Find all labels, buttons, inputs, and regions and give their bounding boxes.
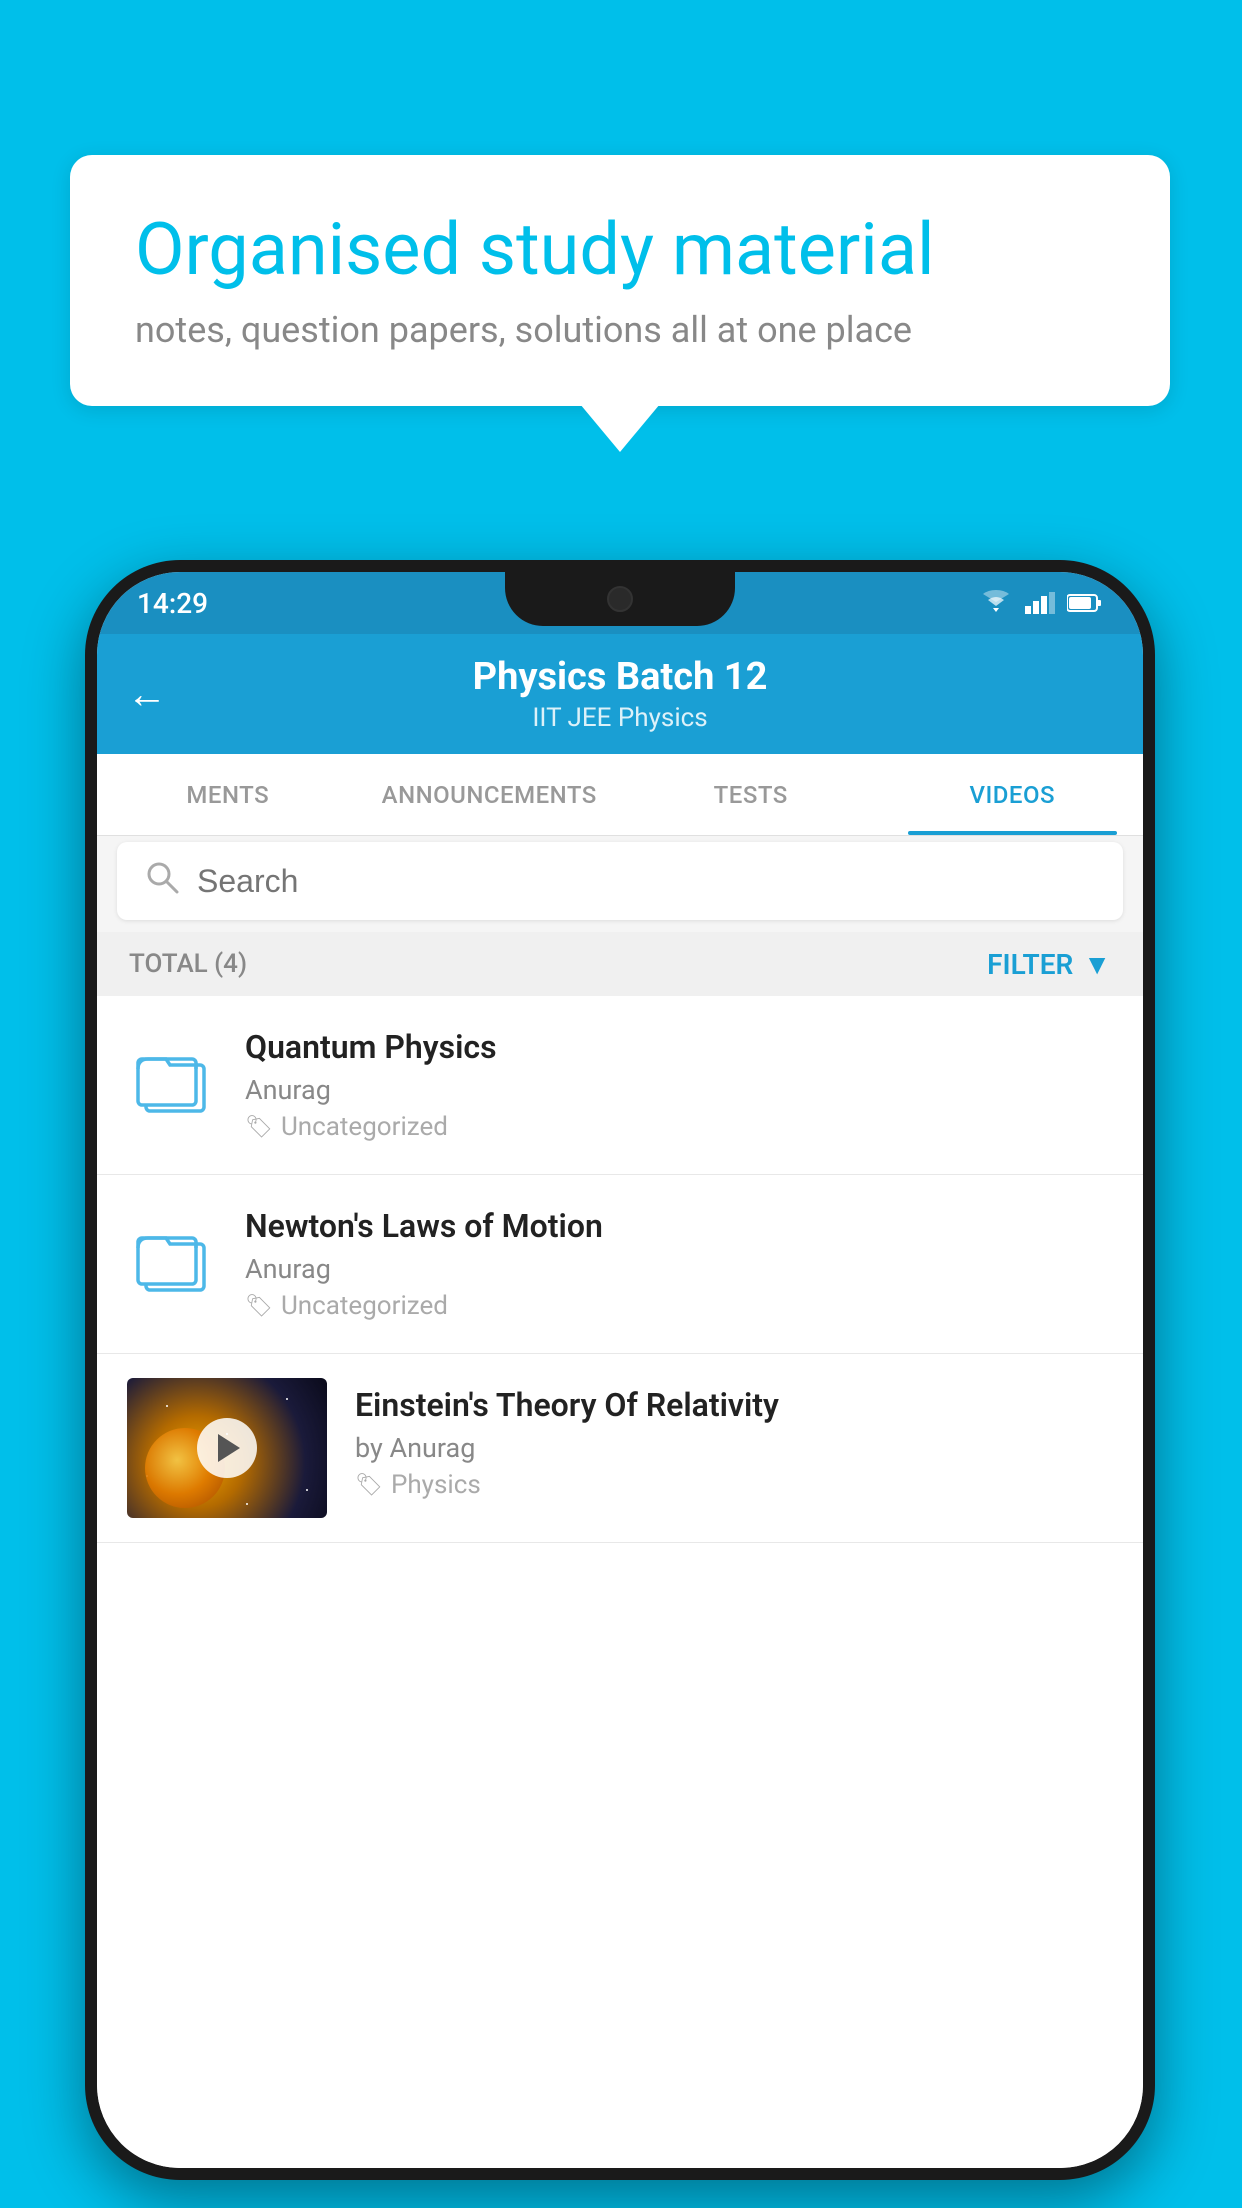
speech-bubble: Organised study material notes, question… [70,155,1170,406]
phone-frame: 14:29 [85,560,1155,2180]
app-header: ← Physics Batch 12 IIT JEE Physics [97,634,1143,754]
tag-icon-newton: 🏷 [245,1294,273,1319]
search-icon [145,860,179,903]
tag-icon-einstein: 🏷 [355,1473,383,1498]
signal-icon [1025,592,1055,614]
content-list: Quantum Physics Anurag 🏷 Uncategorized [97,996,1143,2168]
search-input[interactable] [197,863,1095,900]
tab-videos[interactable]: VIDEOS [882,754,1144,835]
status-time: 14:29 [137,587,208,620]
front-camera [607,586,633,612]
item-title-quantum: Quantum Physics [245,1028,1113,1066]
item-tag-einstein: 🏷 Physics [355,1470,1113,1500]
battery-icon [1067,593,1103,613]
item-title-newton: Newton's Laws of Motion [245,1207,1113,1245]
item-title-einstein: Einstein's Theory Of Relativity [355,1386,1113,1424]
tab-tests[interactable]: TESTS [620,754,882,835]
item-tag-newton: 🏷 Uncategorized [245,1291,1113,1321]
filter-total: TOTAL (4) [129,949,247,979]
tab-bar: MENTS ANNOUNCEMENTS TESTS VIDEOS [97,754,1143,836]
phone-notch [505,572,735,626]
play-button[interactable] [197,1418,257,1478]
item-icon-quantum [127,1051,217,1119]
tab-ments[interactable]: MENTS [97,754,359,835]
item-content-newton: Newton's Laws of Motion Anurag 🏷 Uncateg… [245,1207,1113,1321]
speech-bubble-title: Organised study material [135,210,1105,289]
wifi-icon [979,590,1013,616]
phone-screen: 14:29 [97,572,1143,2168]
item-tag-quantum: 🏷 Uncategorized [245,1112,1113,1142]
item-content-einstein: Einstein's Theory Of Relativity by Anura… [355,1378,1113,1500]
search-bar [117,842,1123,920]
item-author-newton: Anurag [245,1253,1113,1285]
item-icon-newton [127,1230,217,1298]
back-button[interactable]: ← [127,671,167,718]
list-item-einstein[interactable]: Einstein's Theory Of Relativity by Anura… [97,1354,1143,1543]
list-item[interactable]: Newton's Laws of Motion Anurag 🏷 Uncateg… [97,1175,1143,1354]
list-item[interactable]: Quantum Physics Anurag 🏷 Uncategorized [97,996,1143,1175]
item-content-quantum: Quantum Physics Anurag 🏷 Uncategorized [245,1028,1113,1142]
item-author-quantum: Anurag [245,1074,1113,1106]
item-author-einstein: by Anurag [355,1432,1113,1464]
video-thumbnail-einstein [127,1378,327,1518]
filter-bar: TOTAL (4) FILTER ▼ [97,932,1143,996]
status-icons [979,590,1103,616]
tag-icon-quantum: 🏷 [245,1115,273,1140]
filter-button[interactable]: FILTER ▼ [987,948,1111,981]
header-title: Physics Batch 12 [473,655,768,699]
filter-funnel-icon: ▼ [1083,948,1111,981]
speech-bubble-subtitle: notes, question papers, solutions all at… [135,309,1105,351]
header-subtitle: IIT JEE Physics [532,703,707,733]
tab-announcements[interactable]: ANNOUNCEMENTS [359,754,621,835]
play-triangle-icon [218,1434,240,1462]
